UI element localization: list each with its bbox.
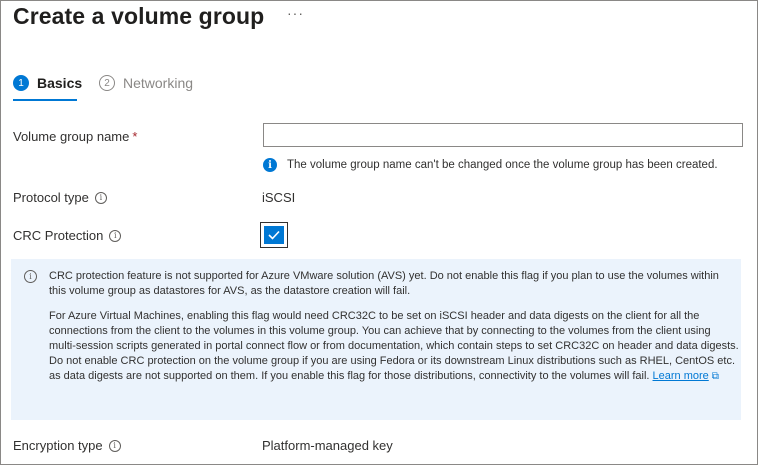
- info-paragraph-2-text: For Azure Virtual Machines, enabling thi…: [49, 310, 739, 382]
- protocol-type-value: iSCSI: [262, 190, 296, 205]
- checkbox-checked-fill: [264, 226, 284, 244]
- step-number-badge: 2: [99, 75, 115, 91]
- volume-group-name-input[interactable]: [263, 123, 743, 147]
- learn-more-link[interactable]: Learn more: [653, 370, 709, 382]
- field-label: Volume group name: [13, 129, 130, 144]
- crc-protection-label: CRC Protection i: [13, 228, 122, 243]
- protocol-type-label: Protocol type i: [13, 190, 107, 205]
- info-icon[interactable]: i: [94, 191, 107, 204]
- external-link-icon: ⧉: [711, 371, 719, 382]
- info-box-text: CRC protection feature is not supported …: [49, 269, 739, 394]
- required-marker: *: [132, 129, 138, 144]
- hint-text: The volume group name can't be changed o…: [287, 159, 718, 171]
- field-label: CRC Protection: [13, 228, 104, 243]
- page-title: Create a volume group: [13, 3, 265, 29]
- tab-networking[interactable]: 2 Networking: [99, 75, 193, 91]
- volume-group-name-hint: i The volume group name can't be changed…: [263, 158, 718, 172]
- active-tab-underline: [13, 99, 77, 101]
- checkmark-icon: [268, 230, 280, 240]
- more-options-button[interactable]: ···: [287, 5, 304, 21]
- info-filled-icon: i: [263, 158, 277, 172]
- field-label: Encryption type: [13, 438, 103, 453]
- info-icon: i: [24, 270, 37, 283]
- step-number-badge: 1: [13, 75, 29, 91]
- tab-label: Basics: [37, 75, 83, 91]
- tab-label: Networking: [123, 75, 194, 91]
- field-label: Protocol type: [13, 190, 89, 205]
- tab-basics[interactable]: 1 Basics: [13, 75, 82, 91]
- info-icon[interactable]: i: [108, 439, 121, 452]
- volume-group-name-label: Volume group name *: [13, 129, 137, 144]
- encryption-type-label: Encryption type i: [13, 438, 121, 453]
- crc-protection-checkbox[interactable]: [260, 222, 288, 248]
- info-paragraph-1: CRC protection feature is not supported …: [49, 270, 719, 297]
- blade-frame: Create a volume group ··· 1 Basics 2 Net…: [0, 0, 758, 465]
- info-icon[interactable]: i: [109, 229, 122, 242]
- encryption-type-value: Platform-managed key: [262, 438, 393, 453]
- crc-info-box: i CRC protection feature is not supporte…: [11, 259, 741, 420]
- info-paragraph-2: For Azure Virtual Machines, enabling thi…: [49, 309, 739, 384]
